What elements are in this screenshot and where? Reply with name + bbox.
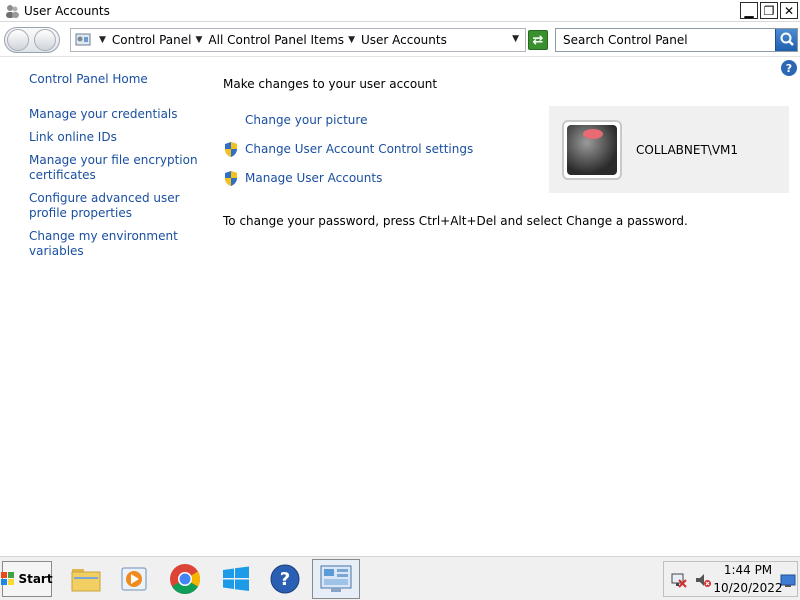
media-player-icon — [121, 567, 147, 591]
breadcrumb-control-panel[interactable]: Control Panel — [112, 33, 192, 47]
control-panel-home-link[interactable]: Control Panel Home — [29, 72, 199, 87]
navigation-bar: ▼ Control Panel ▼ All Control Panel Item… — [0, 23, 800, 57]
network-icon[interactable] — [670, 571, 688, 589]
file-explorer-button[interactable] — [68, 562, 104, 596]
task-item: Change your picture — [223, 113, 473, 128]
search-input[interactable]: Search Control Panel — [563, 33, 688, 47]
crumb-arrow-icon[interactable]: ▼ — [196, 35, 203, 45]
nav-buttons — [4, 27, 60, 53]
clock-date[interactable]: 10/20/2022 — [712, 581, 784, 595]
crumb-arrow-icon[interactable]: ▼ — [99, 35, 106, 45]
manage-user-accounts-link[interactable]: Manage User Accounts — [245, 171, 382, 185]
address-dropdown-icon[interactable]: ▼ — [512, 34, 519, 44]
user-name: COLLABNET\VM1 — [636, 143, 739, 157]
window-title: User Accounts — [24, 3, 110, 18]
control-panel-icon — [75, 32, 91, 48]
user-tile: COLLABNET\VM1 — [549, 106, 789, 193]
crumb-arrow-icon[interactable]: ▼ — [348, 35, 355, 45]
back-button[interactable] — [7, 29, 29, 51]
task-item: Change User Account Control settings — [223, 142, 473, 157]
title-bar: User Accounts ▁ ❐ ✕ — [0, 0, 800, 22]
volume-muted-icon[interactable] — [694, 571, 712, 589]
search-box[interactable]: Search Control Panel — [555, 28, 798, 52]
windows-flag-icon — [1, 572, 15, 586]
restore-button[interactable]: ❐ — [760, 2, 778, 19]
uac-shield-icon — [225, 171, 237, 186]
forward-button[interactable] — [34, 29, 56, 51]
avatar — [562, 120, 622, 180]
close-button[interactable]: ✕ — [780, 2, 798, 19]
help-icon: ? — [270, 564, 300, 594]
window-controls: ▁ ❐ ✕ — [740, 2, 798, 19]
windows-store-button[interactable] — [218, 562, 254, 596]
clock-time[interactable]: 1:44 PM — [718, 563, 778, 577]
avatar-highlight — [583, 129, 603, 139]
address-bar[interactable]: ▼ Control Panel ▼ All Control Panel Item… — [70, 28, 526, 52]
password-note: To change your password, press Ctrl+Alt+… — [223, 214, 688, 228]
control-panel-taskbar-button[interactable] — [312, 559, 360, 599]
breadcrumb-user-accounts[interactable]: User Accounts — [361, 33, 447, 47]
user-accounts-icon — [4, 3, 20, 19]
uac-shield-icon — [225, 142, 237, 157]
link-online-ids-link[interactable]: Link online IDs — [29, 130, 199, 145]
minimize-button[interactable]: ▁ — [740, 2, 758, 19]
page-heading: Make changes to your user account — [223, 77, 438, 91]
uac-settings-link[interactable]: Change User Account Control settings — [245, 142, 473, 156]
svg-text:?: ? — [280, 569, 290, 590]
chrome-button[interactable] — [167, 562, 203, 596]
taskbar: Start ? — [0, 556, 800, 600]
control-panel-icon — [320, 565, 352, 592]
media-player-button[interactable] — [116, 562, 152, 596]
refresh-button[interactable]: ⇄ — [528, 30, 548, 50]
start-button[interactable]: Start — [1, 561, 53, 597]
advanced-profile-link[interactable]: Configure advanced user profile properti… — [29, 191, 199, 221]
file-encryption-link[interactable]: Manage your file encryption certificates — [29, 153, 199, 183]
change-picture-link[interactable]: Change your picture — [245, 113, 367, 127]
manage-credentials-link[interactable]: Manage your credentials — [29, 107, 199, 122]
help-support-button[interactable]: ? — [267, 562, 303, 596]
refresh-icon: ⇄ — [532, 32, 544, 48]
left-pane: Control Panel Home Manage your credentia… — [29, 72, 199, 267]
task-item: Manage User Accounts — [223, 171, 473, 186]
start-label: Start — [18, 572, 53, 586]
breadcrumb-all-items[interactable]: All Control Panel Items — [208, 33, 344, 47]
task-list: Change your picture Change User Account … — [223, 113, 473, 200]
folder-icon — [71, 569, 101, 592]
main-pane: Make changes to your user account Change… — [223, 77, 783, 228]
search-button[interactable] — [775, 29, 797, 51]
windows-logo-icon — [223, 566, 249, 591]
environment-variables-link[interactable]: Change my environment variables — [29, 229, 199, 259]
chrome-icon — [170, 564, 201, 595]
search-icon — [780, 32, 794, 46]
turntable-icon — [567, 125, 617, 175]
help-button[interactable]: ? — [781, 60, 797, 76]
